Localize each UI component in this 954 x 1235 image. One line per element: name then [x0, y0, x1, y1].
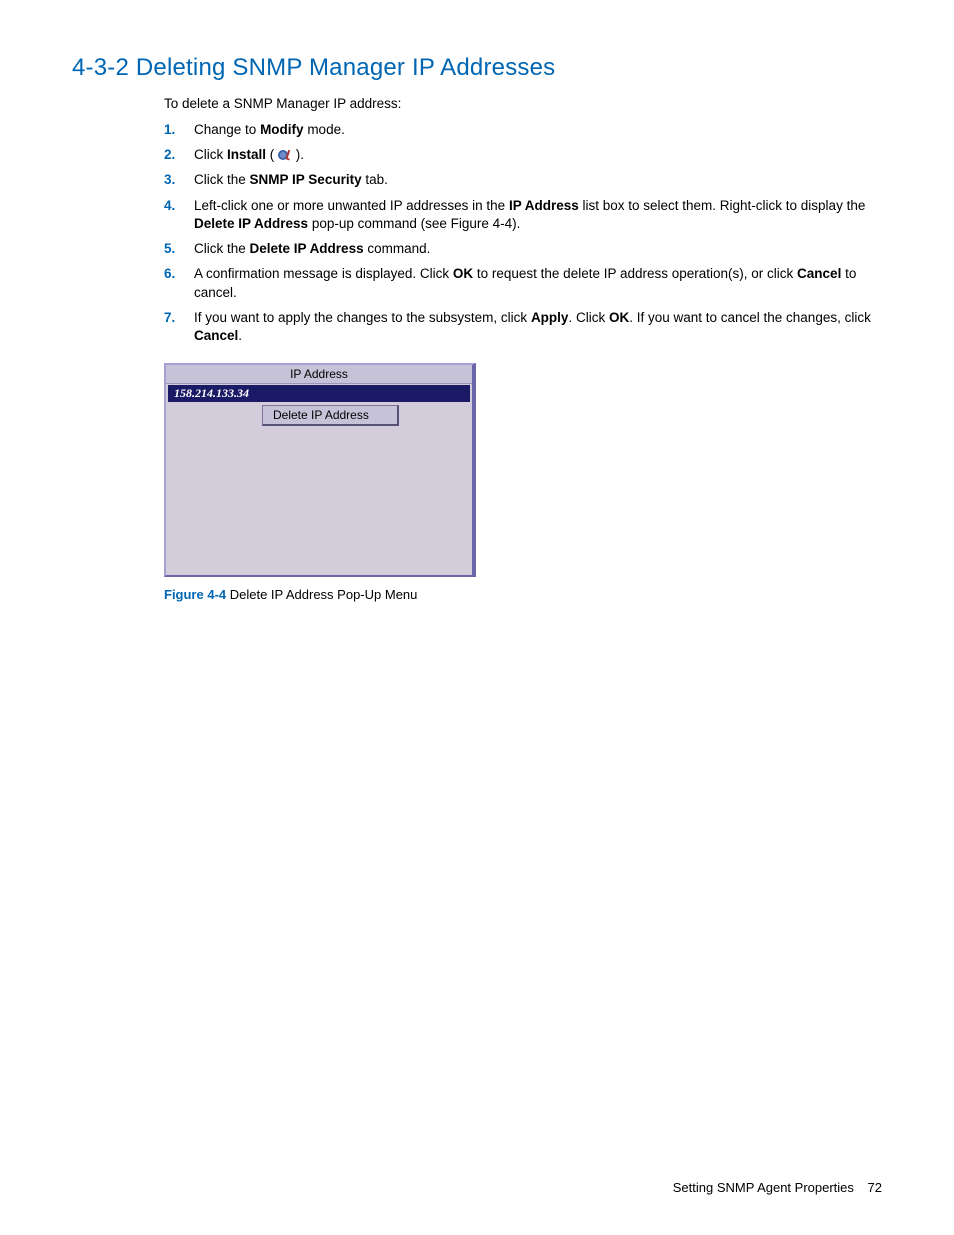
ip-address-dialog: IP Address 158.214.133.34 Delete IP Addr… — [164, 363, 476, 577]
ip-row-selected[interactable]: 158.214.133.34 — [168, 385, 470, 402]
intro-text: To delete a SNMP Manager IP address: — [164, 96, 882, 111]
step-text: Click the Delete IP Address command. — [194, 241, 430, 256]
step-number: 3. — [164, 171, 175, 189]
footer-section: Setting SNMP Agent Properties — [673, 1180, 854, 1195]
step-1: 1. Change to Modify mode. — [164, 121, 882, 139]
step-7: 7. If you want to apply the changes to t… — [164, 309, 882, 345]
step-number: 4. — [164, 197, 175, 215]
page-footer: Setting SNMP Agent Properties 72 — [673, 1180, 882, 1195]
step-text: A confirmation message is displayed. Cli… — [194, 266, 856, 299]
figure-caption: Figure 4-4 Delete IP Address Pop-Up Menu — [164, 587, 882, 602]
dialog-header: IP Address — [166, 365, 472, 384]
footer-page-number: 72 — [868, 1180, 882, 1195]
step-text: Change to Modify mode. — [194, 122, 345, 137]
figure-label: Figure 4-4 — [164, 587, 226, 602]
install-icon — [278, 148, 292, 162]
step-6: 6. A confirmation message is displayed. … — [164, 265, 882, 301]
step-text: If you want to apply the changes to the … — [194, 310, 871, 343]
step-text: Left-click one or more unwanted IP addre… — [194, 198, 865, 231]
step-3: 3. Click the SNMP IP Security tab. — [164, 171, 882, 189]
step-number: 2. — [164, 146, 175, 164]
step-5: 5. Click the Delete IP Address command. — [164, 240, 882, 258]
step-2: 2. Click Install ( ). — [164, 146, 882, 164]
figure-caption-text: Delete IP Address Pop-Up Menu — [226, 587, 417, 602]
figure: IP Address 158.214.133.34 Delete IP Addr… — [164, 363, 882, 602]
step-text: Click the SNMP IP Security tab. — [194, 172, 388, 187]
steps-list: 1. Change to Modify mode. 2. Click Insta… — [164, 121, 882, 345]
step-text: Click Install ( ). — [194, 147, 304, 162]
step-number: 6. — [164, 265, 175, 283]
step-4: 4. Left-click one or more unwanted IP ad… — [164, 197, 882, 233]
step-number: 1. — [164, 121, 175, 139]
section-heading: 4-3-2 Deleting SNMP Manager IP Addresses — [72, 54, 882, 82]
step-number: 5. — [164, 240, 175, 258]
context-menu-delete-ip[interactable]: Delete IP Address — [262, 405, 399, 426]
step-number: 7. — [164, 309, 175, 327]
